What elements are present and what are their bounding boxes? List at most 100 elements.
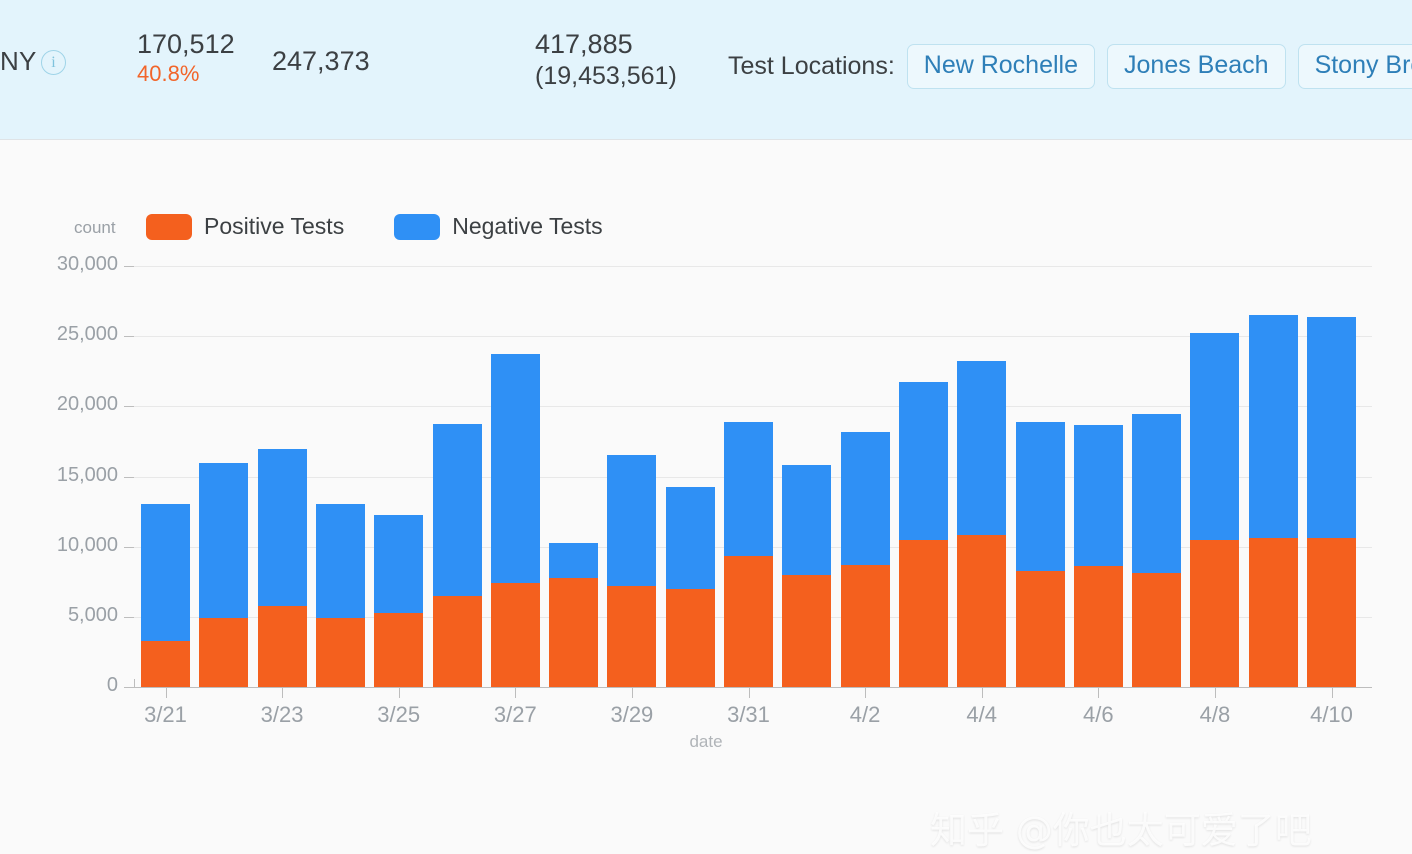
bar-4-9[interactable] xyxy=(1248,315,1298,687)
x-tick-label: 3/31 xyxy=(727,702,770,727)
x-tick-label: 3/25 xyxy=(377,702,421,727)
bar-segment-positive xyxy=(549,578,599,687)
bar-segment-negative xyxy=(957,360,1007,535)
location-chip-new-rochelle[interactable]: New Rochelle xyxy=(906,44,1096,89)
bar-3-31[interactable] xyxy=(724,422,773,687)
y-tick-label: 10,000 xyxy=(56,533,118,556)
x-tick-mark xyxy=(165,688,167,698)
bar-3-23[interactable] xyxy=(257,449,307,687)
y-tick-mark xyxy=(124,687,134,688)
bar-4-5[interactable] xyxy=(1015,422,1065,687)
bar-3-24[interactable] xyxy=(315,503,365,687)
bar-3-26[interactable] xyxy=(432,423,482,687)
negative-tests-value: 247,373 xyxy=(272,46,370,76)
bar-segment-positive xyxy=(724,555,773,687)
bar-3-25[interactable] xyxy=(374,515,424,687)
bar-segment-negative xyxy=(1190,332,1240,540)
y-tick-mark xyxy=(124,406,134,408)
summary-header: NY i 170,512 40.8% 247,373 417,885 (19,4… xyxy=(0,0,1412,140)
bar-segment-positive xyxy=(257,605,307,687)
bar-3-30[interactable] xyxy=(665,487,715,687)
bar-4-7[interactable] xyxy=(1132,414,1182,687)
x-tick-label: 4/2 xyxy=(849,702,881,727)
bar-3-21[interactable] xyxy=(141,503,190,687)
x-tick-mark xyxy=(865,688,867,698)
test-locations-group: Test Locations: New Rochelle Jones Beach… xyxy=(728,44,1412,89)
bar-segment-positive xyxy=(840,564,890,687)
bar-4-4[interactable] xyxy=(957,360,1007,687)
x-tick-mark xyxy=(515,688,517,698)
bar-segment-positive xyxy=(607,585,657,687)
y-tick-label: 30,000 xyxy=(56,253,118,275)
bar-4-2[interactable] xyxy=(840,431,890,687)
y-tick-mark xyxy=(124,266,134,267)
y-tick-mark xyxy=(124,476,134,478)
bar-segment-positive xyxy=(665,588,715,687)
gridline xyxy=(134,266,1372,267)
bar-4-10[interactable] xyxy=(1307,316,1356,687)
bar-segment-negative xyxy=(490,353,540,584)
population-value: (19,453,561) xyxy=(535,61,677,90)
bar-segment-negative xyxy=(141,503,190,642)
plot-area: date 0 5,000 10,000 15,000 20,000 25,000 30,00… xyxy=(0,140,1412,751)
bar-segment-negative xyxy=(315,503,365,619)
bar-segment-negative xyxy=(199,463,249,619)
watermark-text: 知乎 @你也太可爱了吧 xyxy=(930,809,1312,852)
positive-tests-stat: 170,512 40.8% xyxy=(137,28,257,87)
bar-segment-negative xyxy=(374,515,424,614)
x-tick-mark xyxy=(282,688,284,698)
bar-segment-positive xyxy=(199,618,249,687)
bar-3-28[interactable] xyxy=(549,543,599,687)
bar-4-8[interactable] xyxy=(1190,332,1240,687)
bar-segment-negative xyxy=(1248,315,1298,538)
bar-segment-negative xyxy=(432,423,482,596)
x-axis-title: date xyxy=(689,732,723,751)
bar-segment-positive xyxy=(1073,565,1123,687)
bar-segment-positive xyxy=(1190,539,1240,687)
bar-3-29[interactable] xyxy=(607,455,657,687)
bar-segment-negative xyxy=(782,465,832,575)
bar-segment-positive xyxy=(1132,572,1182,687)
x-tick-label: 3/27 xyxy=(493,702,537,727)
bar-segment-negative xyxy=(724,422,773,556)
bar-segment-positive xyxy=(1248,537,1298,687)
bar-segment-negative xyxy=(1015,422,1065,572)
y-tick-label: 5,000 xyxy=(67,603,118,626)
y-tick-label: 15,000 xyxy=(56,463,118,486)
x-tick-mark xyxy=(748,688,750,698)
x-tick-label: 3/21 xyxy=(144,702,187,727)
bar-segment-negative xyxy=(1073,424,1123,566)
x-tick-label: 4/10 xyxy=(1310,702,1353,727)
x-tick-mark xyxy=(1331,688,1333,698)
bar-4-3[interactable] xyxy=(898,382,948,687)
bar-segment-positive xyxy=(315,618,365,687)
location-chip-stony-brook[interactable]: Stony Brook xyxy=(1297,44,1412,89)
total-tests-value: 417,885 xyxy=(535,29,633,59)
info-circle-icon[interactable]: i xyxy=(41,50,66,75)
bar-segment-positive xyxy=(957,534,1007,687)
bar-segment-negative xyxy=(665,487,715,589)
positive-tests-percent: 40.8% xyxy=(137,60,200,86)
bar-3-27[interactable] xyxy=(490,353,540,687)
state-label: NY xyxy=(0,46,37,76)
total-tests-stat: 417,885 (19,453,561) xyxy=(535,28,677,92)
bar-segment-negative xyxy=(1307,316,1356,539)
x-tick-mark xyxy=(1098,688,1100,698)
y-tick-label: 20,000 xyxy=(56,393,118,416)
bar-segment-negative xyxy=(257,449,307,606)
location-chip-jones-beach[interactable]: Jones Beach xyxy=(1107,44,1286,89)
positive-tests-value: 170,512 xyxy=(137,29,235,59)
bar-segment-positive xyxy=(141,641,190,687)
x-tick-label: 4/4 xyxy=(966,702,997,727)
x-tick-label: 3/29 xyxy=(610,702,654,727)
bar-segment-negative xyxy=(607,455,657,586)
x-tick-mark xyxy=(631,688,633,698)
y-tick-mark xyxy=(124,546,134,548)
y-tick-label: 0 xyxy=(106,674,118,696)
x-tick-mark xyxy=(981,688,983,698)
bar-segment-negative xyxy=(840,431,890,565)
bar-4-1[interactable] xyxy=(782,465,832,687)
bar-4-6[interactable] xyxy=(1073,424,1123,687)
bar-3-22[interactable] xyxy=(199,463,249,687)
test-locations-label: Test Locations: xyxy=(728,52,895,80)
